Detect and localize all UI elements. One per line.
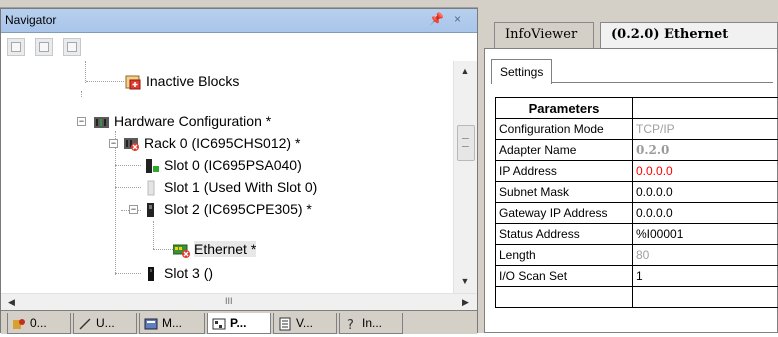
parameter-name: Subnet Mask (496, 182, 633, 203)
parameter-name (496, 287, 633, 308)
expander-rack-0[interactable]: − (109, 139, 118, 148)
nav-tab-project-0[interactable]: 0... (7, 313, 71, 334)
parameter-row[interactable]: Gateway IP Address0.0.0.0 (496, 203, 778, 224)
parameter-value[interactable]: 0.0.0.0 (633, 203, 778, 224)
parameter-value[interactable] (633, 287, 778, 308)
settings-tabbar: Settings (491, 59, 773, 83)
tree-item-rack-0[interactable]: Rack 0 (IC695CHS012) * (123, 133, 300, 153)
navigator-title: Navigator (5, 13, 56, 27)
scroll-grip[interactable]: III (225, 296, 233, 306)
nav-tab-variables[interactable]: V... (273, 313, 337, 334)
navigator-title-bar: Navigator 📌× (1, 9, 477, 33)
variables-icon (278, 317, 292, 331)
tree-item-slot-0[interactable]: Slot 0 (IC695PSA040) (143, 155, 302, 175)
toggle-view-icon[interactable] (63, 38, 81, 56)
cpu-icon (143, 202, 160, 218)
parameter-row[interactable] (496, 287, 778, 308)
nav-tab-utilities[interactable]: U... (73, 313, 137, 334)
navigator-panel: Navigator 📌× Inactive Blocks − (0, 8, 478, 333)
parameter-name: Adapter Name (496, 140, 633, 161)
vertical-scrollbar[interactable]: ▲ ▼ (453, 61, 477, 293)
parameter-value[interactable]: 0.0.0.0 (633, 182, 778, 203)
svg-text:?: ? (347, 318, 354, 331)
parameter-name: IP Address (496, 161, 633, 182)
parameter-value[interactable]: 0.2.0 (633, 140, 778, 161)
parameter-value[interactable]: 0.0.0.0 (633, 161, 778, 182)
expander-hardware-config[interactable]: − (77, 117, 86, 126)
parameter-row[interactable]: Length80 (496, 245, 778, 266)
navigator-tabs: 0... U... M... P... V... ?In... (1, 310, 477, 334)
parameter-value[interactable]: 80 (633, 245, 778, 266)
tab-ethernet[interactable]: (0.2.0) Ethernet (600, 22, 778, 48)
parameter-name: Status Address (496, 224, 633, 245)
properties-icon[interactable] (35, 38, 53, 56)
tree-item-ethernet[interactable]: Ethernet * (173, 239, 256, 259)
grid-view-icon[interactable] (7, 38, 25, 56)
inactive-blocks-icon (125, 74, 142, 90)
parameter-row[interactable]: IP Address0.0.0.0 (496, 161, 778, 182)
expander-slot-2[interactable]: − (129, 205, 138, 214)
close-icon[interactable]: × (454, 12, 471, 26)
manager-icon (144, 317, 158, 331)
hardware-config-icon (93, 114, 110, 130)
parameter-grid: Parameters Configuration ModeTCP/IPAdapt… (495, 97, 778, 308)
scroll-left-icon[interactable]: ◀ (3, 294, 20, 310)
project-tab-icon (212, 317, 226, 331)
tree-item-slot-3[interactable]: Slot 3 () (143, 263, 213, 283)
power-supply-icon (143, 158, 160, 174)
parameter-value[interactable]: TCP/IP (633, 119, 778, 140)
scroll-thumb[interactable] (457, 125, 475, 161)
parameter-name: Length (496, 245, 633, 266)
document-tabs: InfoViewer (0.2.0) Ethernet (484, 8, 778, 48)
help-icon: ? (344, 317, 358, 331)
empty-slot-icon (143, 266, 160, 282)
project-icon (12, 317, 26, 331)
tree-item-inactive-blocks[interactable]: Inactive Blocks (125, 71, 239, 91)
parameter-value[interactable]: 1 (633, 266, 778, 287)
nav-tab-manager[interactable]: M... (139, 313, 205, 334)
tree-item-slot-1[interactable]: Slot 1 (Used With Slot 0) (143, 177, 317, 197)
parameter-row[interactable]: I/O Scan Set1 (496, 266, 778, 287)
parameters-header: Parameters (496, 98, 633, 119)
parameter-row[interactable]: Adapter Name0.2.0 (496, 140, 778, 161)
rack-icon (123, 136, 140, 152)
parameter-name: Gateway IP Address (496, 203, 633, 224)
grid-header-row: Parameters (496, 98, 778, 119)
ethernet-error-icon (173, 242, 190, 258)
tree-item-hardware-configuration[interactable]: Hardware Configuration * (93, 111, 271, 131)
scroll-up-icon[interactable]: ▲ (454, 63, 476, 80)
scroll-right-icon[interactable]: ▶ (457, 294, 474, 310)
parameter-row[interactable]: Configuration ModeTCP/IP (496, 119, 778, 140)
pin-icon[interactable]: 📌 (429, 12, 454, 26)
nav-tab-help[interactable]: ?In... (339, 313, 403, 334)
tab-infoviewer[interactable]: InfoViewer (494, 22, 594, 48)
settings-page: Settings Parameters Configuration ModeTC… (484, 48, 778, 333)
parameter-name: Configuration Mode (496, 119, 633, 140)
parameter-value[interactable]: %I00001 (633, 224, 778, 245)
navigator-toolbar (1, 34, 477, 60)
slot-used-icon (143, 180, 160, 196)
project-tree: Inactive Blocks − Hardware Configuration… (1, 61, 453, 293)
parameter-row[interactable]: Status Address%I00001 (496, 224, 778, 245)
scroll-down-icon[interactable]: ▼ (454, 273, 476, 290)
horizontal-scrollbar[interactable]: ◀ III ▶ (1, 293, 477, 310)
inspector-panel: InfoViewer (0.2.0) Ethernet Settings Par… (484, 0, 778, 333)
value-header (633, 98, 778, 119)
nav-tab-project[interactable]: P... (207, 313, 271, 334)
parameter-name: I/O Scan Set (496, 266, 633, 287)
utilities-icon (78, 317, 92, 331)
tab-settings[interactable]: Settings (491, 59, 552, 84)
tree-item-slot-2[interactable]: Slot 2 (IC695CPE305) * (143, 199, 312, 219)
parameter-row[interactable]: Subnet Mask0.0.0.0 (496, 182, 778, 203)
